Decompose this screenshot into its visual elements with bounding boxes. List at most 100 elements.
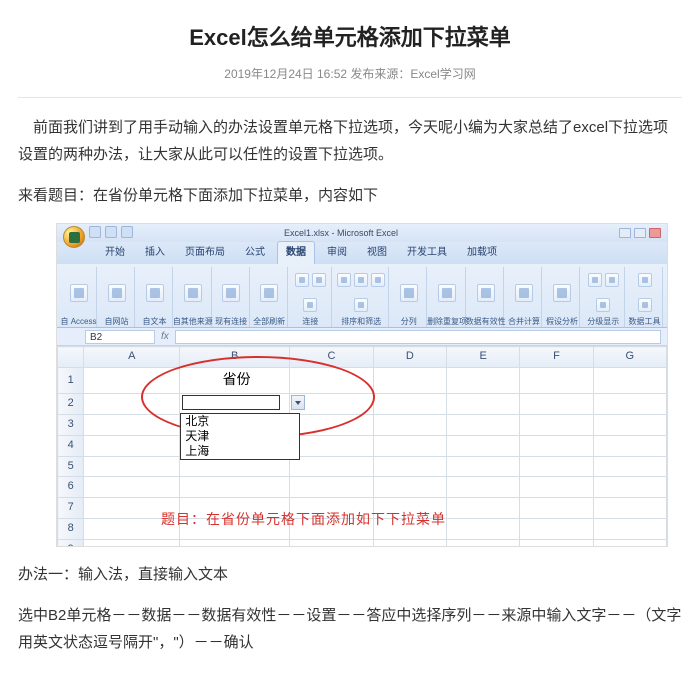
cell[interactable] — [290, 456, 374, 477]
cell[interactable] — [593, 435, 666, 456]
cell[interactable] — [593, 414, 666, 435]
minimize-icon[interactable] — [619, 228, 631, 238]
cell[interactable] — [446, 498, 519, 519]
ribbon-tab[interactable]: 加载项 — [459, 242, 505, 264]
ribbon-command-icon[interactable] — [312, 273, 326, 287]
dropdown-list[interactable]: 北京天津上海 — [180, 413, 300, 460]
cell[interactable] — [290, 477, 374, 498]
cell[interactable] — [520, 498, 593, 519]
quick-access-toolbar[interactable] — [89, 226, 133, 238]
cell[interactable] — [520, 518, 593, 539]
cell[interactable] — [446, 367, 519, 393]
cell[interactable] — [520, 456, 593, 477]
cell[interactable] — [84, 367, 180, 393]
cell[interactable] — [593, 367, 666, 393]
ribbon-command-icon[interactable] — [303, 298, 317, 312]
dropdown-item[interactable]: 上海 — [181, 444, 299, 459]
maximize-icon[interactable] — [634, 228, 646, 238]
cell[interactable] — [373, 435, 446, 456]
row-header[interactable]: 7 — [58, 498, 84, 519]
ribbon-tab[interactable]: 页面布局 — [177, 242, 233, 264]
cell[interactable] — [520, 367, 593, 393]
cell[interactable] — [84, 394, 180, 415]
row-header[interactable]: 1 — [58, 367, 84, 393]
column-header[interactable]: E — [446, 347, 519, 368]
cell[interactable] — [446, 539, 519, 546]
ribbon-command-icon[interactable] — [438, 284, 456, 302]
cell[interactable] — [520, 435, 593, 456]
cell[interactable] — [593, 539, 666, 546]
qat-undo-icon[interactable] — [105, 226, 117, 238]
ribbon-command-icon[interactable] — [70, 284, 88, 302]
row-header[interactable]: 5 — [58, 456, 84, 477]
cell[interactable] — [84, 456, 180, 477]
cell[interactable] — [520, 477, 593, 498]
ribbon-command-icon[interactable] — [515, 284, 533, 302]
cell[interactable] — [180, 477, 290, 498]
ribbon-tab[interactable]: 视图 — [359, 242, 395, 264]
cell[interactable] — [373, 456, 446, 477]
ribbon-command-icon[interactable] — [638, 273, 652, 287]
cell[interactable] — [84, 414, 180, 435]
cell[interactable] — [446, 477, 519, 498]
cell[interactable] — [446, 456, 519, 477]
cell[interactable] — [593, 518, 666, 539]
row-header[interactable]: 8 — [58, 518, 84, 539]
cell[interactable]: 北京天津上海 — [180, 394, 290, 415]
row-header[interactable]: 3 — [58, 414, 84, 435]
ribbon-tab[interactable]: 开发工具 — [399, 242, 455, 264]
cell[interactable] — [446, 414, 519, 435]
cell[interactable] — [290, 539, 374, 546]
dropdown-cell-box[interactable] — [182, 395, 280, 410]
ribbon-command-icon[interactable] — [354, 298, 368, 312]
ribbon-command-icon[interactable] — [354, 273, 368, 287]
cell[interactable] — [290, 414, 374, 435]
cell[interactable] — [84, 435, 180, 456]
formula-bar[interactable] — [175, 330, 661, 344]
row-header[interactable]: 4 — [58, 435, 84, 456]
close-icon[interactable] — [649, 228, 661, 238]
row-header[interactable]: 2 — [58, 394, 84, 415]
cell[interactable] — [520, 394, 593, 415]
qat-save-icon[interactable] — [89, 226, 101, 238]
ribbon-command-icon[interactable] — [371, 273, 385, 287]
cell[interactable] — [593, 498, 666, 519]
ribbon-command-icon[interactable] — [222, 284, 240, 302]
cell[interactable] — [373, 539, 446, 546]
ribbon-tab[interactable]: 数据 — [277, 241, 315, 264]
column-header[interactable]: D — [373, 347, 446, 368]
column-header[interactable]: G — [593, 347, 666, 368]
ribbon-tab[interactable]: 公式 — [237, 242, 273, 264]
cell[interactable] — [84, 477, 180, 498]
ribbon-command-icon[interactable] — [553, 284, 571, 302]
ribbon-command-icon[interactable] — [184, 284, 202, 302]
dropdown-item[interactable]: 北京 — [181, 414, 299, 429]
ribbon-command-icon[interactable] — [337, 273, 351, 287]
ribbon-command-icon[interactable] — [605, 273, 619, 287]
ribbon-command-icon[interactable] — [146, 284, 164, 302]
row-header[interactable]: 6 — [58, 477, 84, 498]
ribbon-command-icon[interactable] — [477, 284, 495, 302]
cell[interactable]: 省份 — [180, 367, 290, 393]
cell[interactable] — [520, 539, 593, 546]
cell[interactable] — [446, 394, 519, 415]
cell[interactable] — [373, 414, 446, 435]
ribbon-command-icon[interactable] — [588, 273, 602, 287]
ribbon-tab[interactable]: 开始 — [97, 242, 133, 264]
ribbon-command-icon[interactable] — [638, 298, 652, 312]
select-all-corner[interactable] — [58, 347, 84, 368]
ribbon-command-icon[interactable] — [400, 284, 418, 302]
cell[interactable] — [373, 477, 446, 498]
ribbon-tab[interactable]: 插入 — [137, 242, 173, 264]
ribbon-command-icon[interactable] — [596, 298, 610, 312]
name-box[interactable]: B2 — [85, 330, 155, 344]
cell[interactable] — [290, 435, 374, 456]
ribbon-tab[interactable]: 审阅 — [319, 242, 355, 264]
ribbon-command-icon[interactable] — [260, 284, 278, 302]
cell[interactable] — [593, 477, 666, 498]
cell[interactable] — [84, 539, 180, 546]
cell[interactable] — [373, 394, 446, 415]
fx-icon[interactable]: fx — [161, 328, 169, 346]
cell[interactable] — [593, 456, 666, 477]
column-header[interactable]: C — [290, 347, 374, 368]
